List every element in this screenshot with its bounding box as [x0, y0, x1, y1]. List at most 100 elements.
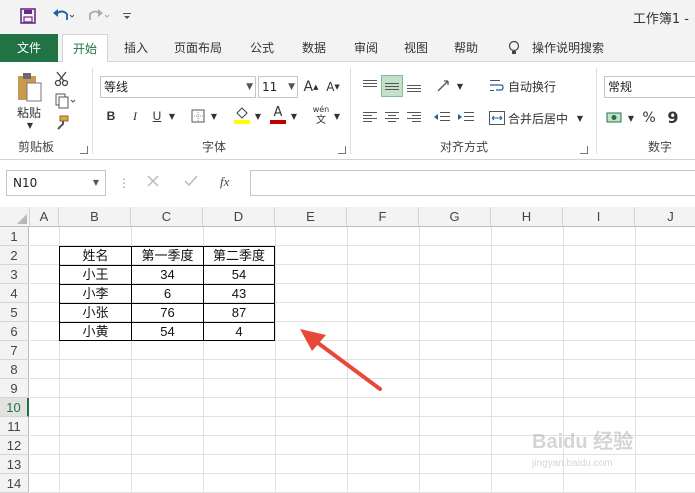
row-header-6[interactable]: 6	[0, 322, 29, 341]
fill-color-dropdown-icon[interactable]: ▼	[252, 106, 264, 126]
row-header-14[interactable]: 14	[0, 474, 29, 493]
undo-icon[interactable]	[48, 6, 78, 26]
align-middle-icon[interactable]	[381, 75, 403, 97]
font-color-dropdown-icon[interactable]: ▼	[288, 106, 300, 126]
font-dialog-launcher[interactable]	[338, 146, 346, 154]
column-header-g[interactable]: G	[419, 207, 491, 227]
clipboard-dialog-launcher[interactable]	[80, 146, 88, 154]
copy-icon[interactable]	[52, 92, 80, 110]
tab-formulas[interactable]: 公式	[240, 34, 284, 62]
align-left-icon[interactable]	[360, 108, 380, 128]
table-cell[interactable]: 小张	[60, 304, 131, 322]
wrap-text-icon[interactable]	[488, 76, 506, 96]
font-size-select[interactable]: 11 ▼	[258, 76, 298, 98]
table-header-cell[interactable]: 第二季度	[204, 247, 274, 265]
underline-dropdown-icon[interactable]: ▼	[166, 106, 178, 126]
worksheet-grid[interactable]: A B C D E F G H I J 1 2 3 4 5 6 7 8 9 10…	[0, 207, 695, 493]
merge-dropdown-icon[interactable]: ▼	[574, 108, 586, 128]
column-header-h[interactable]: H	[491, 207, 563, 227]
row-header-10[interactable]: 10	[0, 398, 29, 417]
accounting-format-icon[interactable]	[604, 108, 626, 128]
row-header-4[interactable]: 4	[0, 284, 29, 303]
lightbulb-icon[interactable]	[504, 34, 524, 62]
column-header-i[interactable]: I	[563, 207, 635, 227]
borders-dropdown-icon[interactable]: ▼	[208, 106, 220, 126]
column-header-d[interactable]: D	[203, 207, 275, 227]
confirm-entry-icon[interactable]	[184, 174, 202, 192]
column-header-a[interactable]: A	[30, 207, 59, 227]
row-header-2[interactable]: 2	[0, 246, 29, 265]
table-header-cell[interactable]: 第一季度	[132, 247, 203, 265]
tab-file[interactable]: 文件	[0, 34, 58, 62]
accounting-dropdown-icon[interactable]: ▼	[626, 108, 636, 128]
tab-review[interactable]: 审阅	[344, 34, 388, 62]
decrease-indent-icon[interactable]	[432, 108, 452, 128]
table-cell[interactable]: 43	[204, 285, 274, 303]
table-cell[interactable]: 小黄	[60, 323, 131, 340]
cancel-entry-icon[interactable]	[146, 174, 164, 192]
tab-view[interactable]: 视图	[394, 34, 438, 62]
table-cell[interactable]: 87	[204, 304, 274, 322]
orientation-icon[interactable]	[434, 76, 454, 96]
name-box-dropdown-icon[interactable]: ▼	[93, 171, 99, 195]
align-center-icon[interactable]	[382, 108, 402, 128]
borders-icon[interactable]	[188, 106, 208, 126]
tab-help[interactable]: 帮助	[444, 34, 488, 62]
phonetic-guide-button[interactable]: wén 文	[310, 102, 332, 128]
column-header-c[interactable]: C	[131, 207, 203, 227]
italic-button[interactable]: I	[126, 106, 144, 126]
paste-dropdown-icon[interactable]: ▼	[22, 120, 38, 130]
column-header-e[interactable]: E	[275, 207, 347, 227]
table-cell[interactable]: 34	[132, 266, 203, 284]
column-header-b[interactable]: B	[59, 207, 131, 227]
insert-function-button[interactable]: fx	[220, 174, 240, 192]
merge-center-icon[interactable]	[488, 108, 506, 128]
tell-me-search[interactable]: 操作说明搜索	[528, 34, 608, 62]
row-header-5[interactable]: 5	[0, 303, 29, 322]
paste-button-label[interactable]: 粘贴	[12, 104, 46, 120]
table-cell[interactable]: 76	[132, 304, 203, 322]
font-name-select[interactable]: 等线 ▼	[100, 76, 256, 98]
table-cell[interactable]: 54	[132, 323, 203, 340]
phonetic-dropdown-icon[interactable]: ▼	[332, 106, 342, 126]
row-header-3[interactable]: 3	[0, 265, 29, 284]
formula-bar-grip-icon[interactable]: ⋮	[118, 174, 130, 192]
font-color-button[interactable]: A	[268, 104, 288, 126]
orientation-dropdown-icon[interactable]: ▼	[454, 76, 466, 96]
table-cell[interactable]: 6	[132, 285, 203, 303]
fill-color-icon[interactable]	[232, 104, 252, 126]
comma-style-button[interactable]: 9	[664, 106, 682, 128]
table-cell[interactable]: 小王	[60, 266, 131, 284]
align-right-icon[interactable]	[404, 108, 424, 128]
row-header-7[interactable]: 7	[0, 341, 29, 360]
format-painter-icon[interactable]	[52, 114, 72, 132]
align-bottom-icon[interactable]	[404, 76, 424, 96]
number-format-select[interactable]: 常规	[604, 76, 695, 98]
tab-data[interactable]: 数据	[292, 34, 336, 62]
bold-button[interactable]: B	[102, 106, 120, 126]
cut-icon[interactable]	[52, 70, 72, 88]
tab-home[interactable]: 开始	[62, 34, 108, 63]
select-all-corner[interactable]	[0, 207, 30, 227]
decrease-font-size-button[interactable]: A ▼	[324, 76, 342, 98]
increase-font-size-button[interactable]: A ▲	[302, 76, 320, 98]
row-header-8[interactable]: 8	[0, 360, 29, 379]
underline-button[interactable]: U	[148, 106, 166, 126]
alignment-dialog-launcher[interactable]	[580, 146, 588, 154]
tab-insert[interactable]: 插入	[116, 34, 156, 62]
customize-quick-access-icon[interactable]	[120, 6, 134, 26]
percent-button[interactable]: %	[640, 108, 658, 128]
column-header-f[interactable]: F	[347, 207, 419, 227]
merge-center-label[interactable]: 合并后居中	[508, 108, 572, 128]
name-box[interactable]: N10 ▼	[6, 170, 106, 196]
formula-input[interactable]	[250, 170, 695, 196]
save-icon[interactable]	[18, 6, 38, 26]
row-header-9[interactable]: 9	[0, 379, 29, 398]
row-header-11[interactable]: 11	[0, 417, 29, 436]
column-header-j[interactable]: J	[635, 207, 695, 227]
row-header-1[interactable]: 1	[0, 227, 29, 246]
align-top-icon[interactable]	[360, 76, 380, 96]
wrap-text-label[interactable]: 自动换行	[508, 76, 562, 96]
tab-page-layout[interactable]: 页面布局	[168, 34, 228, 62]
table-cell[interactable]: 小李	[60, 285, 131, 303]
